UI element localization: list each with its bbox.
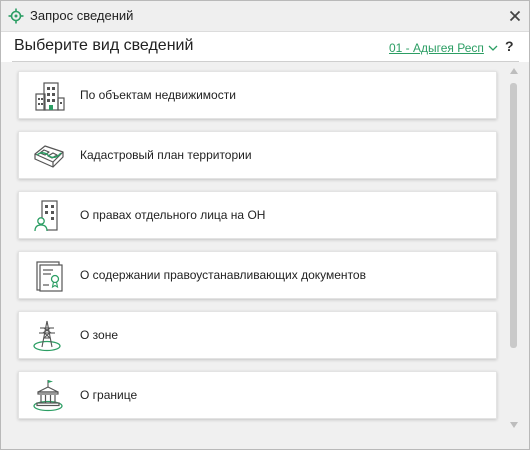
list-item-label: О зоне xyxy=(80,328,119,342)
chevron-down-icon xyxy=(488,45,498,51)
region-dropdown[interactable]: 01 - Адыгея Респ xyxy=(389,40,498,56)
list-item-zone[interactable]: О зоне xyxy=(18,311,497,359)
list-item-label: Кадастровый план территории xyxy=(80,148,252,162)
help-button[interactable]: ? xyxy=(505,38,514,54)
person-building-icon xyxy=(34,200,58,232)
list-item-label: О границе xyxy=(80,388,138,402)
buildings-icon xyxy=(35,82,65,111)
page-title: Выберите вид сведений xyxy=(14,37,194,54)
window-titlebar: Запрос сведений xyxy=(1,1,529,32)
header-divider xyxy=(12,61,519,62)
close-icon[interactable] xyxy=(505,6,525,26)
info-type-list: По объектам недвижимости Кадастровый пла… xyxy=(12,63,507,429)
selection-header: Выберите вид сведений 01 - Адыгея Респ ? xyxy=(1,32,529,62)
list-item-person-rights[interactable]: О правах отдельного лица на ОН xyxy=(18,191,497,239)
vertical-scrollbar[interactable] xyxy=(507,63,521,435)
scroll-up-arrow-icon[interactable] xyxy=(509,67,519,75)
list-item-boundary[interactable]: О границе xyxy=(18,371,497,419)
window-title: Запрос сведений xyxy=(30,8,134,23)
power-tower-zone-icon xyxy=(33,320,61,352)
list-item-label: О содержании правоустанавливающих докуме… xyxy=(80,268,366,282)
certificate-document-icon xyxy=(36,261,63,292)
government-building-icon xyxy=(33,380,63,412)
request-info-window: Запрос сведений Выберите вид сведений 01… xyxy=(0,0,530,450)
list-item-cadastral-plan[interactable]: Кадастровый план территории xyxy=(18,131,497,179)
list-item-label: По объектам недвижимости xyxy=(80,88,236,102)
window-footer xyxy=(1,435,529,449)
land-plot-icon xyxy=(34,145,64,168)
crosshair-target-icon xyxy=(8,8,24,24)
list-item-title-documents[interactable]: О содержании правоустанавливающих докуме… xyxy=(18,251,497,299)
list-item-label: О правах отдельного лица на ОН xyxy=(80,208,266,222)
region-value: 01 - Адыгея Респ xyxy=(389,41,484,55)
scrollbar-thumb[interactable] xyxy=(510,83,517,348)
list-item-real-estate[interactable]: По объектам недвижимости xyxy=(18,71,497,119)
scroll-down-arrow-icon[interactable] xyxy=(509,421,519,429)
